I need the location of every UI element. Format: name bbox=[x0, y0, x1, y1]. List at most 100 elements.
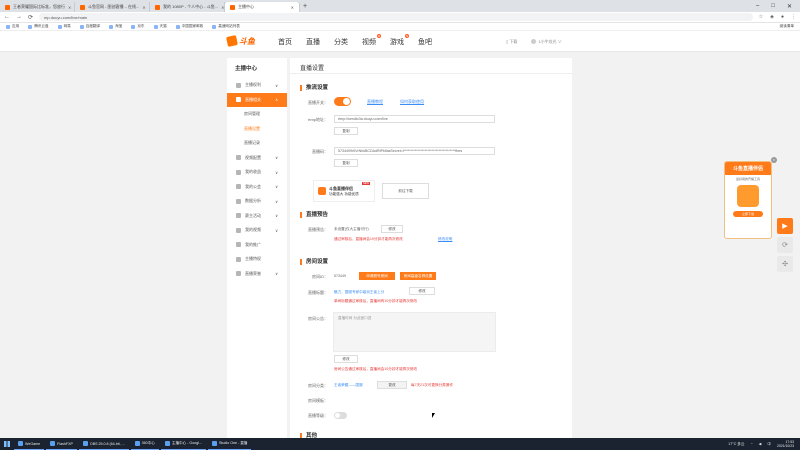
how-to-get-link[interactable]: 如何获取使用 bbox=[400, 99, 424, 105]
sidebar-item-video-config[interactable]: 视频配置 ∨ bbox=[227, 151, 287, 166]
weather-text[interactable]: 17°C 多云 bbox=[728, 442, 744, 447]
edit-rules-link[interactable]: 修改说明 bbox=[438, 237, 452, 242]
taskbar-app[interactable]: OBS 25.0.8 (64-bit, ... bbox=[78, 438, 129, 450]
sidebar-item-privileges[interactable]: 主播特权 bbox=[227, 252, 287, 267]
url-input[interactable]: mp.douyu.com/live/main bbox=[39, 13, 753, 21]
minimize-button[interactable]: – bbox=[756, 3, 759, 10]
bookmark-item[interactable]: 淘宝 bbox=[109, 24, 122, 29]
companion-app-card[interactable]: 斗鱼直播伴侣 功能强大 功能优质 NEW bbox=[313, 180, 375, 202]
companion-float-ad[interactable]: 斗鱼直播伴侣 最好用的开播工具 立即下载 bbox=[724, 161, 772, 239]
taskbar-app[interactable]: FlashFXP bbox=[46, 438, 77, 450]
browser-tab[interactable]: 我的 1080P - 个人中心 - 斗鱼... ✕ bbox=[150, 2, 225, 12]
site-header: 斗鱼 首页 直播 分类 视频 N 游戏 N 鱼吧 ▯ 下载 1小牛炫光 ∨ bbox=[0, 31, 800, 52]
sidebar-item-live[interactable]: 直播相关 ∧ bbox=[227, 92, 287, 107]
sidebar-item-promotion[interactable]: 我的推广 bbox=[227, 238, 287, 253]
sidebar-item-guild[interactable]: 我的公会 ∨ bbox=[227, 180, 287, 195]
reading-list[interactable]: 阅读清单 bbox=[780, 24, 794, 29]
volume-icon[interactable]: ◀ bbox=[759, 442, 762, 446]
bookmark-item[interactable]: 高速网站列表 bbox=[212, 24, 240, 29]
extension-icon[interactable]: ◈ bbox=[770, 14, 774, 20]
user-menu[interactable]: 1小牛炫光 ∨ bbox=[531, 39, 562, 45]
edit-title-button[interactable]: 修改 bbox=[409, 287, 435, 295]
sidebar-item-my-videos[interactable]: 我的视频 ∨ bbox=[227, 223, 287, 238]
sidebar-item-data-analysis[interactable]: 数据分析 ∨ bbox=[227, 194, 287, 209]
bookmark-item[interactable]: 应用 bbox=[6, 24, 19, 29]
close-icon[interactable]: ✕ bbox=[291, 5, 294, 10]
sidebar-subitem-room[interactable]: 房间管理 bbox=[227, 107, 287, 122]
copy-code-button[interactable]: 复制 bbox=[334, 159, 358, 167]
change-category-button[interactable]: 更改 bbox=[377, 381, 407, 389]
taskbar-app[interactable]: 360中心 bbox=[130, 438, 159, 450]
sidebar-item-events[interactable]: 赛主活动 ∨ bbox=[227, 209, 287, 224]
profile-icon[interactable]: ● bbox=[781, 14, 784, 20]
browser-tab-active[interactable]: 主播中心 ✕ bbox=[225, 2, 300, 12]
play-icon[interactable]: ▶ bbox=[777, 218, 793, 234]
browser-tab[interactable]: 王者荣耀国际比标准，您放行 ✕ bbox=[0, 2, 75, 12]
reload-button[interactable]: ⟳ bbox=[28, 14, 33, 21]
live-switch-toggle[interactable] bbox=[334, 97, 351, 106]
taskbar-app-label: WeGame bbox=[25, 441, 41, 446]
maximize-button[interactable]: □ bbox=[771, 3, 775, 10]
nav-video[interactable]: 视频 N bbox=[362, 34, 381, 47]
network-icon[interactable]: ◔ bbox=[750, 442, 752, 446]
close-window-button[interactable]: ✕ bbox=[787, 3, 792, 10]
bookmark-item[interactable]: 天猫 bbox=[153, 24, 167, 29]
browser-tab[interactable]: 斗鱼官网 - 图创客播... 在线... ✕ bbox=[75, 2, 150, 12]
close-icon[interactable]: ✕ bbox=[142, 5, 145, 10]
sidebar-item-anchor-rights[interactable]: 主播权利 ∨ bbox=[227, 78, 287, 93]
rtmp-field[interactable]: rtmp://sendtc3a.douyu.com/live bbox=[334, 115, 495, 123]
bookmark-item[interactable]: 京东 bbox=[131, 24, 145, 29]
nav-live[interactable]: 直播 bbox=[306, 37, 320, 47]
download-companion-button[interactable]: 前往下载 bbox=[382, 183, 429, 199]
menu-icon[interactable]: ⋮ bbox=[791, 14, 796, 20]
apply-vanity-id-button[interactable]: 申请靓号房间 bbox=[359, 272, 395, 280]
live-level-label: 直播等级： bbox=[308, 413, 328, 418]
bookmarks-bar: 应用 腾讯云盘 网易 百度翻译 淘宝 京东 天猫 中国国家邮政 高速网站列表 阅… bbox=[0, 23, 800, 31]
taskbar-app[interactable]: Studio One - 直播 bbox=[208, 438, 252, 450]
settings-icon[interactable]: ✣ bbox=[777, 256, 793, 272]
bookmark-item[interactable]: 网易 bbox=[57, 24, 71, 29]
new-tab-button[interactable]: + bbox=[300, 2, 310, 12]
room-notice-textarea[interactable]: 直播时间 为此室口述 bbox=[333, 312, 496, 352]
sidebar-subitem-live-records[interactable]: 直播记录 bbox=[227, 136, 287, 151]
live-level-toggle[interactable] bbox=[334, 412, 347, 419]
chevron-icon: ∨ bbox=[275, 82, 278, 88]
start-button[interactable] bbox=[0, 438, 14, 450]
nav-game[interactable]: 游戏 N bbox=[390, 34, 409, 47]
star-icon[interactable]: ☆ bbox=[759, 14, 763, 20]
bookmark-item[interactable]: 中国国家邮政 bbox=[175, 24, 203, 29]
ad-subtitle: 最好用的开播工具 bbox=[735, 177, 760, 181]
advanced-name-button[interactable]: 房间高级名称设置 bbox=[400, 272, 436, 280]
nav-category[interactable]: 分类 bbox=[334, 37, 348, 47]
chart-icon bbox=[236, 198, 241, 204]
preview-label: 直播预告： bbox=[308, 227, 328, 232]
sidebar-subitem-live-settings[interactable]: 直播设置 bbox=[227, 122, 287, 137]
bookmark-item[interactable]: 腾讯云盘 bbox=[28, 24, 49, 29]
copy-rtmp-button[interactable]: 复制 bbox=[334, 127, 358, 135]
close-icon[interactable]: × bbox=[771, 157, 777, 163]
back-button[interactable]: ← bbox=[4, 14, 10, 20]
nav-fishbar[interactable]: 鱼吧 bbox=[418, 37, 432, 47]
stream-code-field[interactable]: 5734499r0VrNhkBCDAdRtPkflasSecret=l*****… bbox=[334, 147, 495, 155]
bookmark-item[interactable]: 百度翻译 bbox=[79, 24, 100, 29]
refresh-icon[interactable]: ⟳ bbox=[777, 237, 793, 253]
bookmark-icon bbox=[57, 24, 62, 29]
close-icon[interactable]: ✕ bbox=[68, 5, 71, 10]
ad-download-button[interactable]: 立即下载 bbox=[733, 211, 763, 217]
taskbar-app[interactable]: WeGame bbox=[14, 438, 45, 450]
edit-notice-button[interactable]: 修改 bbox=[334, 355, 358, 363]
taskbar-app[interactable]: 主播中心 - Googl... bbox=[160, 438, 207, 450]
live-tutorial-link[interactable]: 直播教程 bbox=[367, 99, 383, 105]
clock[interactable]: 17:53 2021/10/23 bbox=[777, 440, 794, 448]
nav-home[interactable]: 首页 bbox=[278, 37, 292, 47]
download-link[interactable]: ▯ 下载 bbox=[506, 39, 517, 45]
ime-indicator[interactable]: 中 bbox=[767, 442, 771, 447]
bookmark-label: 淘宝 bbox=[115, 24, 123, 28]
close-icon[interactable]: ✕ bbox=[221, 5, 224, 10]
sidebar-item-honor[interactable]: 直播荣誉 ∨ bbox=[227, 267, 287, 282]
douyu-logo[interactable]: 斗鱼 bbox=[226, 33, 261, 49]
edit-preview-button[interactable]: 修改 bbox=[381, 225, 403, 233]
sidebar-item-label: 主播特权 bbox=[245, 256, 261, 262]
forward-button[interactable]: → bbox=[16, 14, 22, 20]
sidebar-item-income[interactable]: 我的收益 ∨ bbox=[227, 165, 287, 180]
